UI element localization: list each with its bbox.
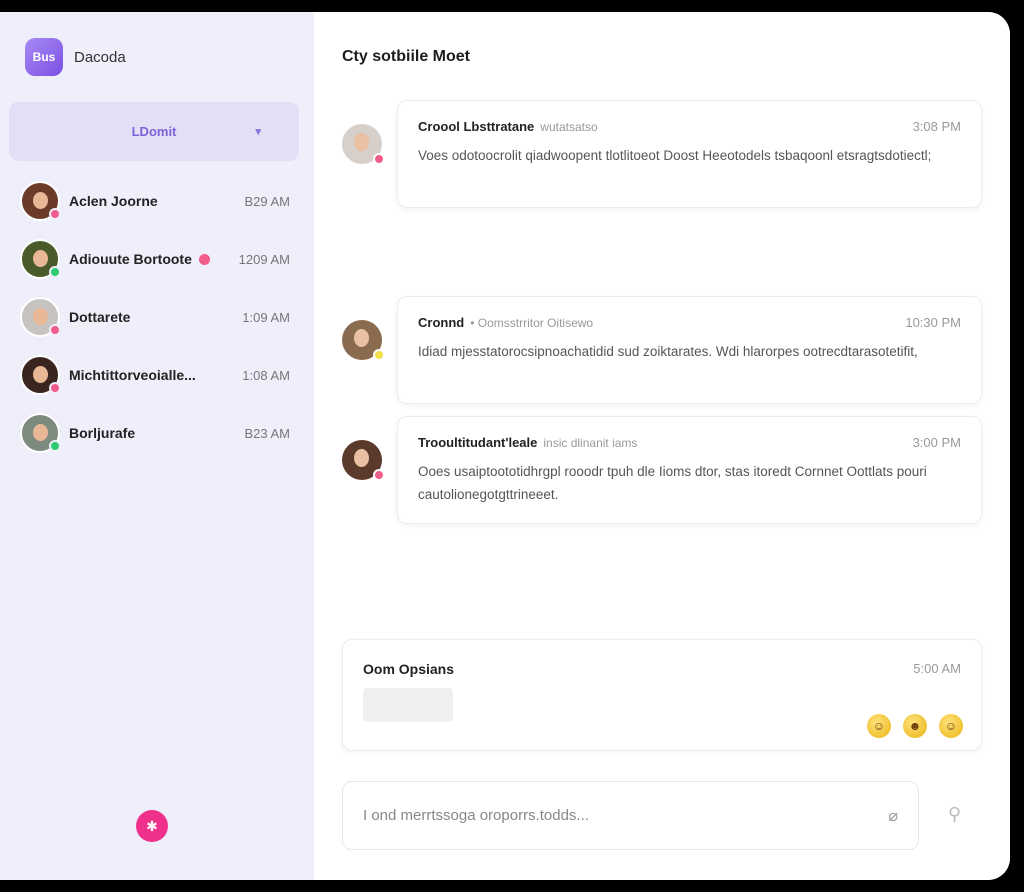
message-body: Idiad mjesstatorocsipnoachatidid sud zoi…: [418, 344, 918, 359]
contact-name: Dottarete: [69, 309, 131, 325]
contact-name: Adiouute Bortoote: [69, 251, 192, 267]
avatar: [20, 239, 61, 279]
avatar: [20, 181, 61, 221]
avatar: [20, 297, 61, 337]
new-chat-button[interactable]: ✱: [136, 810, 168, 842]
options-card: Oom Opsians 5:00 AM ☺ ☻ ☺: [342, 639, 982, 751]
contact-item[interactable]: Dottarete 1:09 AM: [0, 288, 314, 346]
app-window: Bus Dacoda LDomit ▾ Aclen Joorne B29 AM: [0, 12, 1010, 880]
app-name: Dacoda: [74, 48, 126, 66]
message-input[interactable]: [363, 807, 889, 824]
status-indicator: [373, 153, 385, 165]
contact-time: 1209 AM: [238, 251, 290, 267]
chevron-down-icon: ▾: [255, 126, 261, 138]
lightbulb-icon[interactable]: ⚲: [948, 804, 961, 825]
message-meta: insic dlinanit iams: [543, 436, 638, 450]
message-time: 10:30 PM: [905, 315, 961, 330]
chat-panel: Cty sotbiile Moet Croool Lbsttratane wut…: [314, 12, 1010, 880]
app-logo-icon: Bus: [25, 38, 63, 76]
contact-time: 1:09 AM: [242, 309, 290, 325]
message-sender: Croool Lbsttratane: [418, 119, 535, 134]
contact-list: Aclen Joorne B29 AM Adiouute Bortoote 12…: [0, 172, 314, 462]
message-meta: wutatsatso: [540, 120, 598, 134]
contact-item[interactable]: Michtittorveoialle... 1:08 AM: [0, 346, 314, 404]
avatar: [342, 320, 385, 361]
message-sender: Trooultitudant'leale: [418, 435, 538, 450]
status-indicator: [49, 208, 61, 220]
contact-time: B23 AM: [244, 425, 290, 441]
contact-time: 1:08 AM: [242, 367, 290, 383]
filter-label: LDomit: [131, 124, 177, 139]
options-title: Oom Opsians: [363, 661, 455, 677]
message-sender: Cronnd: [418, 315, 465, 330]
avatar: [342, 440, 385, 481]
avatar: [20, 413, 61, 453]
contact-time: B29 AM: [244, 193, 290, 209]
preview-placeholder: [363, 688, 453, 722]
message-input-box: ⌀: [342, 781, 919, 850]
contact-item[interactable]: Aclen Joorne B29 AM: [0, 172, 314, 230]
sidebar: Bus Dacoda LDomit ▾ Aclen Joorne B29 AM: [0, 12, 314, 880]
contact-name: Aclen Joorne: [69, 193, 158, 209]
avatar: [342, 124, 385, 165]
status-indicator: [49, 382, 61, 394]
avatar: [20, 355, 61, 395]
unread-badge: [198, 253, 210, 265]
contact-item[interactable]: Adiouute Bortoote 1209 AM: [0, 230, 314, 288]
status-indicator: [373, 469, 385, 481]
attach-icon[interactable]: ⌀: [888, 806, 898, 826]
brand: Bus Dacoda: [25, 38, 126, 76]
chat-title: Cty sotbiile Moet: [342, 48, 471, 65]
message-card: Trooultitudant'leale insic dlinanit iams…: [397, 416, 982, 524]
message-time: 3:00 PM: [912, 435, 961, 450]
reaction-bar: ☺ ☻ ☺: [867, 714, 963, 738]
emoji-icon[interactable]: ☻: [903, 714, 927, 738]
status-indicator: [373, 349, 385, 361]
message-body: Voes odotoocrolit qiadwoopent tlotlitoeo…: [418, 148, 932, 163]
status-indicator: [49, 440, 61, 452]
status-indicator: [49, 324, 61, 336]
contact-item[interactable]: Borljurafe B23 AM: [0, 404, 314, 462]
message-body: Ooes usaiptoototidhrgpl rooodr tpuh dle …: [418, 464, 927, 502]
asterisk-icon: ✱: [146, 817, 158, 834]
options-time: 5:00 AM: [913, 661, 961, 676]
contact-name: Borljurafe: [69, 425, 136, 441]
status-indicator: [49, 266, 61, 278]
emoji-icon[interactable]: ☺: [867, 714, 891, 738]
message-meta: • Oomsstrritor Oitisewo: [470, 316, 594, 330]
message-card: Cronnd • Oomsstrritor Oitisewo 10:30 PM …: [397, 296, 982, 404]
emoji-icon[interactable]: ☺: [939, 714, 963, 738]
message-card: Croool Lbsttratane wutatsatso 3:08 PM Vo…: [397, 100, 982, 208]
contact-name: Michtittorveoialle...: [69, 367, 196, 383]
message-time: 3:08 PM: [912, 119, 961, 134]
filter-dropdown[interactable]: LDomit ▾: [9, 102, 299, 161]
